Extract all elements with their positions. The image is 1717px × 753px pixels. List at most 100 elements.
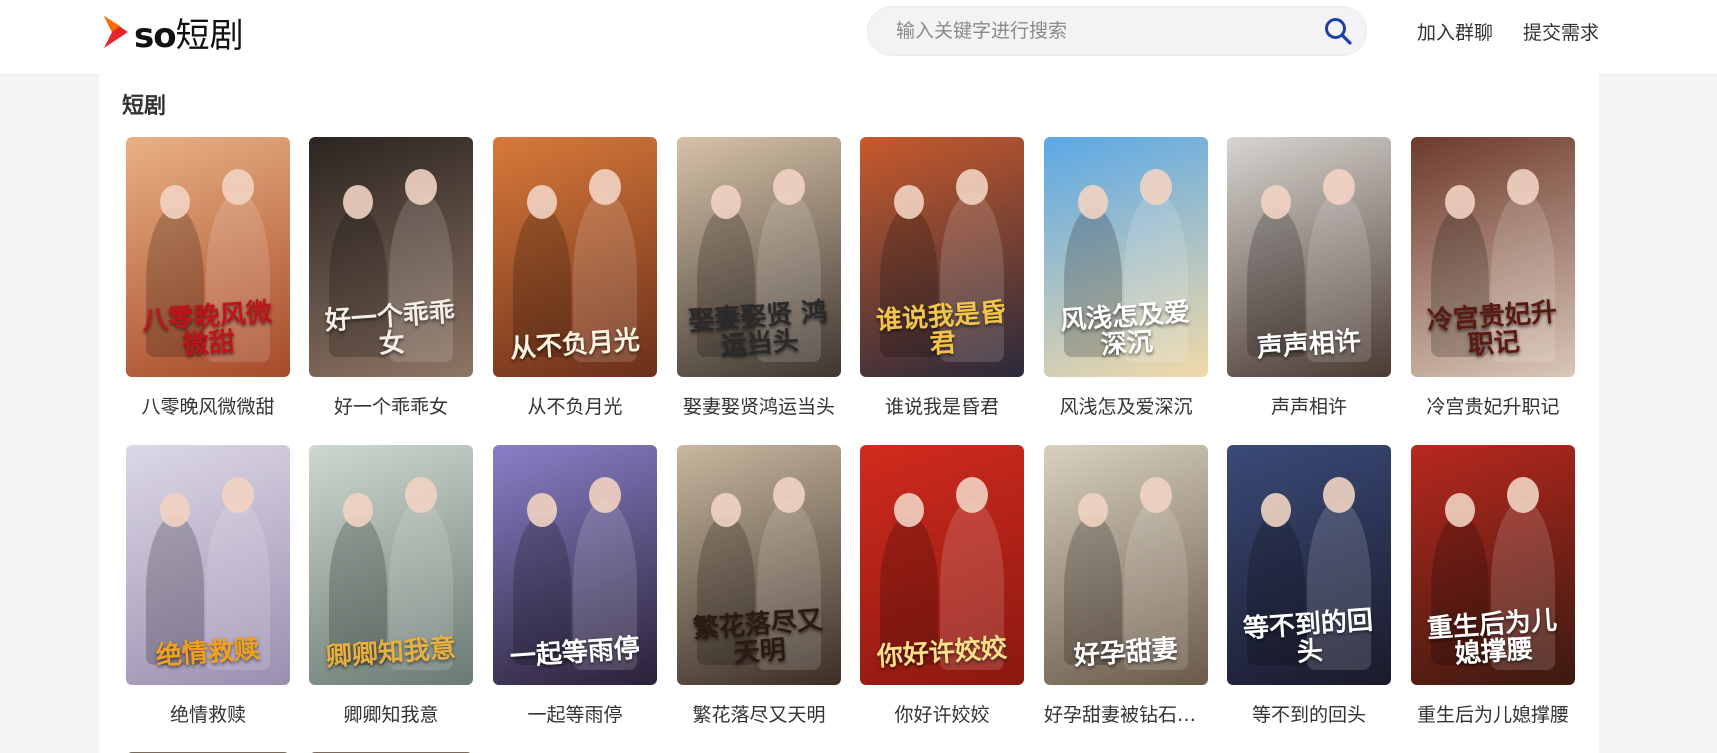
section-title: 短剧 <box>122 94 167 119</box>
drama-title[interactable]: 等不到的回头 <box>1227 700 1391 727</box>
poster-figure <box>1445 185 1475 219</box>
poster-figure <box>343 493 373 527</box>
poster-figure <box>160 493 190 527</box>
drama-poster[interactable]: 风浅怎及爱深沉 <box>1044 137 1208 377</box>
drama-card[interactable]: 繁花落尽又天明 繁花落尽又天明 <box>677 445 841 727</box>
poster-title-art: 风浅怎及爱深沉 <box>1059 297 1191 362</box>
drama-poster[interactable]: 冷宫贵妃升职记 <box>1411 137 1575 377</box>
poster-figure <box>589 169 621 205</box>
poster-figure <box>894 185 924 219</box>
poster-figure <box>160 185 190 219</box>
poster-title-art: 娶妻娶贤 鸿运当头 <box>687 297 829 363</box>
poster-figure <box>405 169 437 205</box>
search-button[interactable] <box>1310 6 1366 56</box>
drama-title[interactable]: 重生后为儿媳撑腰 <box>1411 700 1575 727</box>
search-icon <box>1325 18 1352 45</box>
drama-card[interactable]: 重生后为儿媳撑腰 重生后为儿媳撑腰 <box>1411 445 1575 727</box>
drama-poster[interactable]: 娶妻娶贤 鸿运当头 <box>677 137 841 377</box>
poster-figure <box>773 169 805 205</box>
poster-figure <box>894 493 924 527</box>
poster-figure <box>405 477 437 513</box>
drama-poster[interactable]: 等不到的回头 <box>1227 445 1391 685</box>
nav-submit-request[interactable]: 提交需求 <box>1523 18 1599 45</box>
content-panel: 短剧 八零晚风微微甜 八零晚风微微甜 好一个乖乖女 好一个乖乖女 从不负月光 从不负月光娶… <box>99 74 1599 753</box>
drama-title[interactable]: 从不负月光 <box>493 392 657 419</box>
drama-title[interactable]: 好孕甜妻被钻石老公宠上天 <box>1044 700 1208 727</box>
drama-poster[interactable]: 从不负月光 <box>493 137 657 377</box>
search-bar <box>867 6 1367 56</box>
poster-title-art: 繁花落尽又天明 <box>692 605 824 670</box>
drama-card[interactable]: 娶妻娶贤 鸿运当头娶妻娶贤鸿运当头 <box>677 137 841 419</box>
drama-card[interactable]: 声声相许 声声相许 <box>1227 137 1391 419</box>
site-logo[interactable]: so短剧 <box>102 12 244 56</box>
logo-text: so短剧 <box>134 15 244 56</box>
poster-title-art: 谁说我是昏君 <box>875 297 1007 361</box>
nav-join-group[interactable]: 加入群聊 <box>1417 18 1493 45</box>
poster-figure <box>1507 169 1539 205</box>
drama-poster[interactable]: 好一个乖乖女 <box>309 137 473 377</box>
poster-figure <box>1140 477 1172 513</box>
poster-figure <box>773 477 805 513</box>
drama-poster[interactable]: 绝情救赎 <box>126 445 290 685</box>
search-input[interactable] <box>868 7 1310 55</box>
drama-card[interactable]: 谁说我是昏君 谁说我是昏君 <box>860 137 1024 419</box>
poster-figure <box>711 493 741 527</box>
drama-poster[interactable]: 你好许姣姣 <box>860 445 1024 685</box>
poster-figure <box>1078 493 1108 527</box>
drama-title[interactable]: 冷宫贵妃升职记 <box>1411 392 1575 419</box>
drama-title[interactable]: 一起等雨停 <box>493 700 657 727</box>
drama-card[interactable]: 一起等雨停 一起等雨停 <box>493 445 657 727</box>
drama-title[interactable]: 卿卿知我意 <box>309 700 473 727</box>
top-header: so短剧 加入群聊 提交需求 <box>0 0 1717 74</box>
poster-figure <box>1261 185 1291 219</box>
drama-title[interactable]: 你好许姣姣 <box>860 700 1024 727</box>
drama-title[interactable]: 谁说我是昏君 <box>860 392 1024 419</box>
drama-card[interactable]: 冷宫贵妃升职记 冷宫贵妃升职记 <box>1411 137 1575 419</box>
drama-card[interactable]: 从不负月光 从不负月光 <box>493 137 657 419</box>
poster-figure <box>1140 169 1172 205</box>
drama-card[interactable]: 绝情救赎 绝情救赎 <box>126 445 290 727</box>
poster-figure <box>343 185 373 219</box>
poster-title-art: 冷宫贵妃升职记 <box>1426 297 1558 362</box>
poster-figure <box>1261 493 1291 527</box>
drama-card[interactable]: 风浅怎及爱深沉 风浅怎及爱深沉 <box>1044 137 1208 419</box>
drama-poster[interactable]: 声声相许 <box>1227 137 1391 377</box>
logo-chevron-icon <box>104 16 128 48</box>
poster-figure <box>1323 169 1355 205</box>
drama-card[interactable]: 等不到的回头 等不到的回头 <box>1227 445 1391 727</box>
poster-figure <box>1507 477 1539 513</box>
poster-figure <box>956 169 988 205</box>
drama-poster[interactable]: 卿卿知我意 <box>309 445 473 685</box>
poster-figure <box>711 185 741 219</box>
drama-card[interactable]: 卿卿知我意 卿卿知我意 <box>309 445 473 727</box>
poster-title-art: 好一个乖乖女 <box>324 297 456 361</box>
poster-figure <box>1445 493 1475 527</box>
drama-poster[interactable]: 繁花落尽又天明 <box>677 445 841 685</box>
drama-title[interactable]: 娶妻娶贤鸿运当头 <box>677 392 841 419</box>
drama-title[interactable]: 风浅怎及爱深沉 <box>1044 392 1208 419</box>
poster-figure <box>222 169 254 205</box>
drama-poster[interactable]: 八零晚风微微甜 <box>126 137 290 377</box>
drama-title[interactable]: 声声相许 <box>1227 392 1391 419</box>
drama-title[interactable]: 八零晚风微微甜 <box>126 392 290 419</box>
drama-card[interactable]: 好一个乖乖女 好一个乖乖女 <box>309 137 473 419</box>
drama-poster[interactable]: 好孕甜妻 <box>1044 445 1208 685</box>
drama-title[interactable]: 绝情救赎 <box>126 700 290 727</box>
poster-figure <box>527 185 557 219</box>
poster-figure <box>956 477 988 513</box>
poster-title-art: 重生后为儿媳撑腰 <box>1426 605 1558 671</box>
poster-figure <box>589 477 621 513</box>
drama-card[interactable]: 八零晚风微微甜 八零晚风微微甜 <box>126 137 290 419</box>
drama-poster[interactable]: 重生后为儿媳撑腰 <box>1411 445 1575 685</box>
poster-figure <box>1323 477 1355 513</box>
poster-title-art: 八零晚风微微甜 <box>141 297 273 362</box>
drama-card[interactable]: 好孕甜妻好孕甜妻被钻石老公宠上天 <box>1044 445 1208 727</box>
drama-title[interactable]: 繁花落尽又天明 <box>677 700 841 727</box>
drama-card[interactable]: 你好许姣姣 你好许姣姣 <box>860 445 1024 727</box>
poster-figure <box>222 477 254 513</box>
drama-poster[interactable]: 谁说我是昏君 <box>860 137 1024 377</box>
poster-figure <box>1078 185 1108 219</box>
drama-poster[interactable]: 一起等雨停 <box>493 445 657 685</box>
poster-title-art: 等不到的回头 <box>1242 605 1374 669</box>
drama-title[interactable]: 好一个乖乖女 <box>309 392 473 419</box>
